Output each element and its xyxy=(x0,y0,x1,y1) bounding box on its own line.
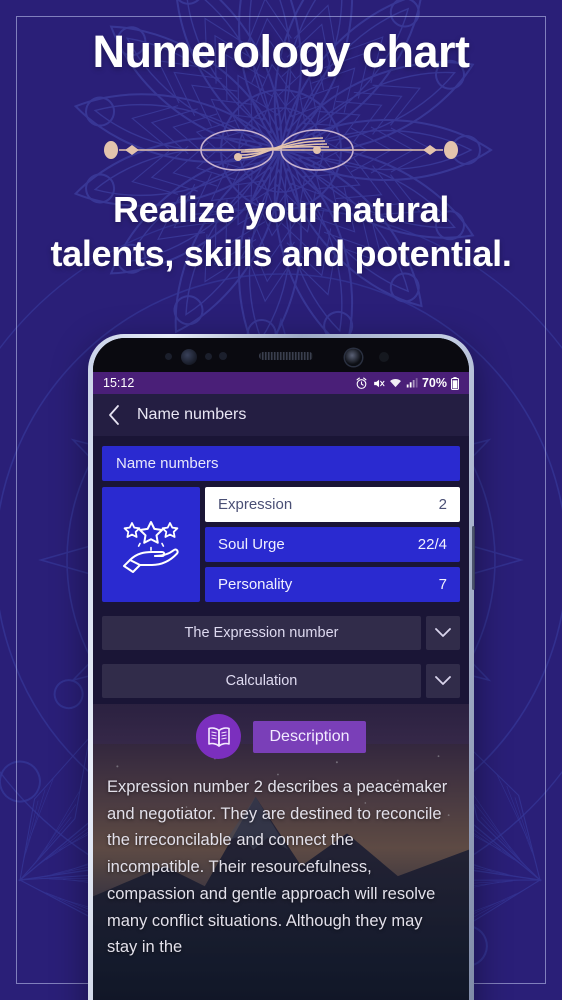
status-time: 15:12 xyxy=(103,376,135,390)
number-label: Soul Urge xyxy=(218,536,285,553)
battery-percent: 70% xyxy=(421,376,447,390)
subhead-block: Realize your natural talents, skills and… xyxy=(0,188,562,276)
description-body: Expression number 2 describes a peacemak… xyxy=(107,778,448,957)
accordion-expression-number[interactable]: The Expression number xyxy=(102,616,460,650)
accordion-calculation[interactable]: Calculation xyxy=(102,664,460,698)
number-value: 2 xyxy=(438,496,447,513)
chevron-down-icon[interactable] xyxy=(426,616,460,650)
battery-icon xyxy=(451,376,459,390)
open-book-icon xyxy=(208,726,230,747)
back-chevron-icon[interactable] xyxy=(107,404,121,426)
status-icons: 70% xyxy=(355,376,459,390)
alarm-icon xyxy=(356,376,367,389)
light-sensor-icon xyxy=(205,353,212,360)
description-chip[interactable]: Description xyxy=(253,720,366,753)
phone-mockup: 15:12 70% Name numbers Name numbers Expr… xyxy=(88,334,475,1000)
accordion-label[interactable]: Calculation xyxy=(102,664,421,698)
front-camera-icon xyxy=(181,349,197,365)
proximity-sensor-icon xyxy=(165,353,172,360)
chevron-down-icon[interactable] xyxy=(426,664,460,698)
app-toolbar: Name numbers xyxy=(93,394,469,436)
phone-body: 15:12 70% Name numbers Name numbers Expr… xyxy=(93,338,469,1000)
status-bar: 15:12 70% xyxy=(93,372,469,394)
numbers-section: Expression 2 Soul Urge 22/4 Personality … xyxy=(102,487,460,602)
mute-icon xyxy=(374,379,385,387)
led-indicator-icon xyxy=(379,352,389,362)
subhead-line-2: talents, skills and potential. xyxy=(50,232,512,274)
earpiece-speaker-icon xyxy=(259,352,313,360)
number-label: Expression xyxy=(218,496,293,513)
wifi-icon xyxy=(390,379,401,388)
phone-top-bezel xyxy=(93,338,469,372)
iris-sensor-icon xyxy=(219,352,227,360)
number-value: 7 xyxy=(438,576,447,593)
numbers-list: Expression 2 Soul Urge 22/4 Personality … xyxy=(205,487,460,602)
app-content: Name numbers Expression 2 Soul Urge 22/4… xyxy=(93,436,469,1000)
selfie-camera-icon xyxy=(345,349,362,366)
list-item[interactable]: Soul Urge 22/4 xyxy=(205,527,460,562)
description-header: Description xyxy=(93,714,469,759)
hand-with-stars-tile xyxy=(102,487,200,602)
page-title: Numerology chart xyxy=(92,26,470,77)
open-book-badge xyxy=(196,714,242,759)
number-label: Personality xyxy=(218,576,293,593)
list-item[interactable]: Personality 7 xyxy=(205,567,460,602)
list-item[interactable]: Expression 2 xyxy=(205,487,460,522)
subhead-line-1: Realize your natural xyxy=(112,189,450,230)
signal-icon xyxy=(406,378,418,388)
accordion-label[interactable]: The Expression number xyxy=(102,616,421,650)
headline-block: Numerology chart xyxy=(0,26,562,77)
power-button[interactable] xyxy=(472,526,475,590)
promo-banner: Numerology chart Realize your natural ta… xyxy=(0,0,562,1000)
hand-with-stars-icon xyxy=(123,520,179,573)
ornamental-infinity-divider-icon xyxy=(104,129,458,171)
toolbar-title: Name numbers xyxy=(137,406,247,423)
card-header: Name numbers xyxy=(102,446,460,481)
phone-screen: 15:12 70% Name numbers Name numbers Expr… xyxy=(93,372,469,1000)
number-value: 22/4 xyxy=(417,536,447,553)
